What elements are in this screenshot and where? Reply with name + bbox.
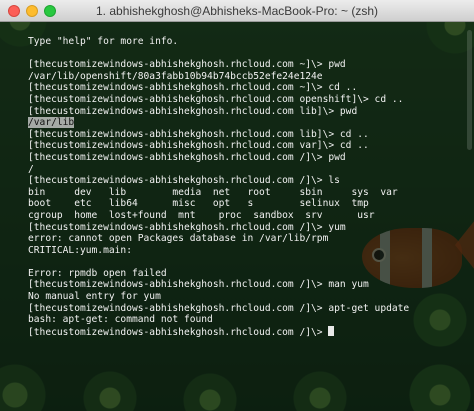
terminal-line: /var/lib/openshift/80a3fabb10b94b74bccb5… <box>28 70 323 82</box>
terminal-line: [thecustomizewindows-abhishekghosh.rhclo… <box>28 175 340 187</box>
terminal-line: [thecustomizewindows-abhishekghosh.rhclo… <box>28 82 358 94</box>
terminal-line: boot etc lib64 misc opt s selinux tmp <box>28 198 369 210</box>
terminal-window: 1. abhishekghosh@Abhisheks-MacBook-Pro: … <box>0 0 474 411</box>
terminal-line: Error: rpmdb open failed <box>28 267 167 279</box>
terminal-line: [thecustomizewindows-abhishekghosh.rhclo… <box>28 105 358 117</box>
scrollbar[interactable] <box>467 30 472 150</box>
terminal-line: bash: apt-get: command not found <box>28 314 213 326</box>
terminal-line: [thecustomizewindows-abhishekghosh.rhclo… <box>28 128 369 140</box>
terminal-line: [thecustomizewindows-abhishekghosh.rhclo… <box>28 302 410 314</box>
window-title: 1. abhishekghosh@Abhisheks-MacBook-Pro: … <box>96 4 378 18</box>
terminal-line: [thecustomizewindows-abhishekghosh.rhclo… <box>28 221 346 233</box>
current-prompt: [thecustomizewindows-abhishekghosh.rhclo… <box>28 326 329 338</box>
terminal-line: / <box>28 163 34 175</box>
terminal-line: error: cannot open Packages database in … <box>28 233 329 245</box>
terminal-output-area[interactable]: Type "help" for more info. [thecustomizew… <box>0 22 474 411</box>
selected-text[interactable]: /var/lib <box>28 117 75 129</box>
terminal-line: cgroup home lost+found mnt proc sandbox … <box>28 209 375 221</box>
terminal-line: [thecustomizewindows-abhishekghosh.rhclo… <box>28 59 346 71</box>
terminal-prompt-line[interactable]: [thecustomizewindows-abhishekghosh.rhclo… <box>28 325 468 338</box>
title-bar[interactable]: 1. abhishekghosh@Abhisheks-MacBook-Pro: … <box>0 0 474 22</box>
terminal-line: No manual entry for yum <box>28 291 161 303</box>
terminal-line: CRITICAL:yum.main: <box>28 244 132 256</box>
terminal-line: bin dev lib media net root sbin sys var <box>28 186 398 198</box>
terminal-line: [thecustomizewindows-abhishekghosh.rhclo… <box>28 93 404 105</box>
terminal-line: [thecustomizewindows-abhishekghosh.rhclo… <box>28 140 369 152</box>
terminal-line: [thecustomizewindows-abhishekghosh.rhclo… <box>28 279 369 291</box>
terminal-line: [thecustomizewindows-abhishekghosh.rhclo… <box>28 151 346 163</box>
terminal-line-selected: /var/lib <box>28 117 468 129</box>
text-cursor <box>328 325 335 336</box>
terminal-line: Type "help" for more info. <box>28 36 179 47</box>
terminal-text: Type "help" for more info. [thecustomizew… <box>28 36 468 338</box>
